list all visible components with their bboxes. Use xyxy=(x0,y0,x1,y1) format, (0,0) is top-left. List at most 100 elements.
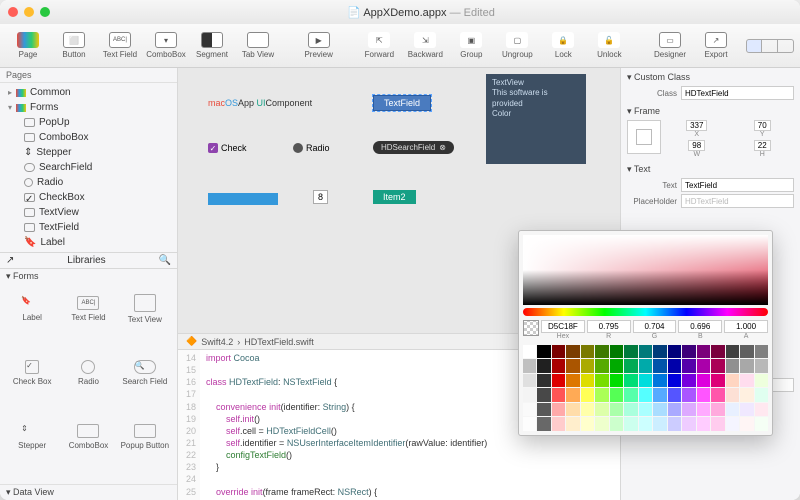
color-swatch[interactable] xyxy=(755,403,768,416)
text-input[interactable]: TextField xyxy=(681,178,794,192)
color-swatch[interactable] xyxy=(581,359,594,372)
color-swatch[interactable] xyxy=(566,345,579,358)
color-swatch[interactable] xyxy=(755,417,768,430)
color-swatch[interactable] xyxy=(711,417,724,430)
lib-stepper[interactable]: ⇕Stepper xyxy=(4,416,60,458)
color-swatch[interactable] xyxy=(624,388,637,401)
canvas-radio[interactable]: Radio xyxy=(293,143,330,153)
color-swatch[interactable] xyxy=(740,403,753,416)
color-swatch[interactable] xyxy=(653,374,666,387)
ungroup-button[interactable]: ▢Ungroup xyxy=(495,26,539,66)
color-swatch[interactable] xyxy=(711,388,724,401)
color-swatch[interactable] xyxy=(537,345,550,358)
button-tool[interactable]: ⬜Button xyxy=(52,26,96,66)
color-gradient[interactable] xyxy=(523,235,768,305)
color-swatch[interactable] xyxy=(581,388,594,401)
color-swatch[interactable] xyxy=(610,345,623,358)
lib-checkbox[interactable]: ✓Check Box xyxy=(4,352,60,394)
lib-searchfield[interactable]: 🔍Search Field xyxy=(117,352,173,394)
color-swatch[interactable] xyxy=(682,403,695,416)
color-swatch[interactable] xyxy=(639,403,652,416)
color-swatch[interactable] xyxy=(624,403,637,416)
color-swatch[interactable] xyxy=(697,345,710,358)
hue-slider[interactable] xyxy=(523,308,768,316)
color-swatch[interactable] xyxy=(740,374,753,387)
r-input[interactable] xyxy=(587,320,631,333)
color-swatch[interactable] xyxy=(697,403,710,416)
frame-h-input[interactable]: 22 xyxy=(754,140,771,151)
canvas-combobox[interactable]: Item2 xyxy=(373,190,416,204)
color-swatch[interactable] xyxy=(537,359,550,372)
export-button[interactable]: ↗Export xyxy=(694,26,738,66)
color-swatch[interactable] xyxy=(595,417,608,430)
color-swatch[interactable] xyxy=(552,388,565,401)
tree-item-textview[interactable]: TextView xyxy=(0,205,177,220)
eyedropper-icon[interactable] xyxy=(523,320,539,336)
color-swatch[interactable] xyxy=(566,417,579,430)
color-swatch[interactable] xyxy=(740,417,753,430)
designer-button[interactable]: ▭Designer xyxy=(648,26,692,66)
color-swatch[interactable] xyxy=(726,403,739,416)
color-swatch[interactable] xyxy=(566,388,579,401)
color-swatch[interactable] xyxy=(697,374,710,387)
color-swatch[interactable] xyxy=(711,345,724,358)
frame-x-input[interactable]: 337 xyxy=(686,120,707,131)
color-swatch[interactable] xyxy=(726,417,739,430)
color-swatch[interactable] xyxy=(682,388,695,401)
color-swatch[interactable] xyxy=(595,388,608,401)
color-swatch[interactable] xyxy=(711,359,724,372)
color-swatch[interactable] xyxy=(610,403,623,416)
color-swatch[interactable] xyxy=(682,417,695,430)
color-swatch[interactable] xyxy=(726,359,739,372)
color-swatch[interactable] xyxy=(581,403,594,416)
color-swatch[interactable] xyxy=(537,374,550,387)
color-swatch[interactable] xyxy=(552,359,565,372)
frame-y-input[interactable]: 70 xyxy=(754,120,771,131)
search-icon[interactable]: 🔍 xyxy=(159,255,171,266)
color-swatch[interactable] xyxy=(523,417,536,430)
color-swatch[interactable] xyxy=(697,388,710,401)
color-swatch[interactable] xyxy=(552,417,565,430)
color-swatch[interactable] xyxy=(624,359,637,372)
color-swatch[interactable] xyxy=(566,374,579,387)
color-swatch[interactable] xyxy=(726,345,739,358)
zoom-icon[interactable] xyxy=(40,7,50,17)
color-swatch[interactable] xyxy=(537,388,550,401)
color-swatch[interactable] xyxy=(624,345,637,358)
color-swatch[interactable] xyxy=(711,403,724,416)
lib-textfield[interactable]: ABC|Text Field xyxy=(60,288,116,330)
color-swatch[interactable] xyxy=(755,388,768,401)
class-input[interactable]: HDTextField xyxy=(681,86,794,100)
color-swatch[interactable] xyxy=(552,345,565,358)
anchor-control[interactable] xyxy=(627,120,661,154)
color-swatch[interactable] xyxy=(682,374,695,387)
color-swatch[interactable] xyxy=(537,403,550,416)
color-swatch[interactable] xyxy=(726,388,739,401)
color-swatch[interactable] xyxy=(755,345,768,358)
tree-item-common[interactable]: ▸Common xyxy=(0,85,177,100)
color-swatch[interactable] xyxy=(668,403,681,416)
lib-label[interactable]: 🔖Label xyxy=(4,288,60,330)
canvas-segment[interactable] xyxy=(208,193,278,205)
canvas-checkbox[interactable]: ✓Check xyxy=(208,143,247,153)
color-swatch[interactable] xyxy=(552,374,565,387)
lib-radio[interactable]: Radio xyxy=(60,352,116,394)
combobox-tool[interactable]: ▾ComboBox xyxy=(144,26,188,66)
canvas-stepper[interactable]: 8 xyxy=(313,190,328,204)
panel-right-toggle[interactable] xyxy=(778,39,794,53)
color-swatch[interactable] xyxy=(523,374,536,387)
tree-item-searchfield[interactable]: SearchField xyxy=(0,160,177,175)
color-swatch[interactable] xyxy=(581,345,594,358)
color-swatch[interactable] xyxy=(740,388,753,401)
color-swatch[interactable] xyxy=(523,345,536,358)
placeholder-input[interactable]: HDTextField xyxy=(681,194,794,208)
clear-icon[interactable]: ⊗ xyxy=(439,143,446,152)
tree-item-stepper[interactable]: ⇕Stepper xyxy=(0,145,177,160)
color-swatch[interactable] xyxy=(755,374,768,387)
color-swatch[interactable] xyxy=(639,359,652,372)
color-swatch[interactable] xyxy=(639,374,652,387)
lib-textview[interactable]: Text View xyxy=(117,288,173,330)
lib-combobox[interactable]: ComboBox xyxy=(60,416,116,458)
close-icon[interactable] xyxy=(8,7,18,17)
tree-item-combobox[interactable]: ComboBox xyxy=(0,130,177,145)
